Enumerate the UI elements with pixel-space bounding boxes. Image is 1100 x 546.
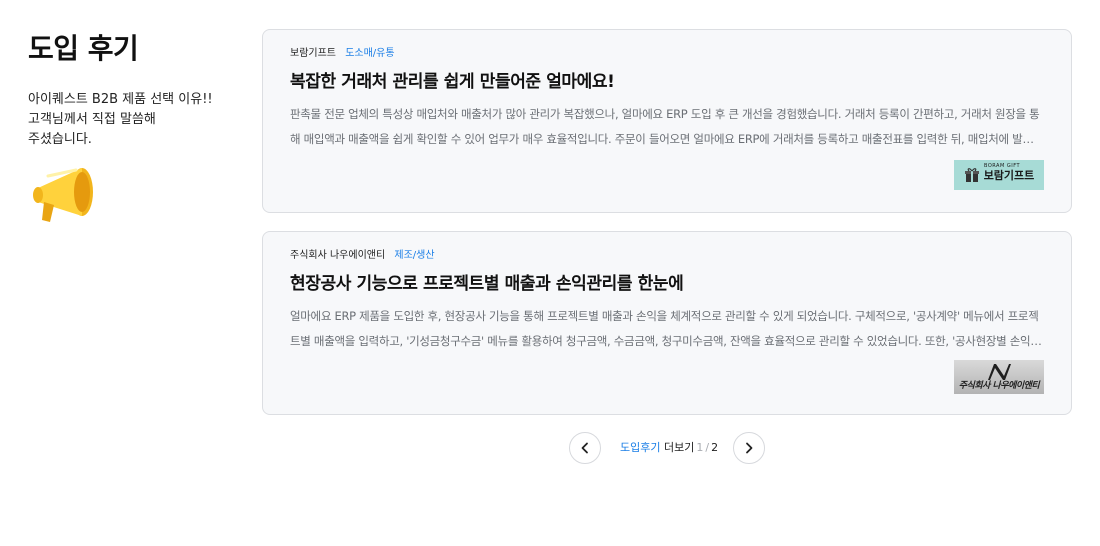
pagination: 도입후기 더보기 1/2 [569,432,765,464]
page-title: 도입 후기 [28,32,139,65]
logo-name: 보람기프트 [983,169,1035,182]
company-name: 주식회사 나우에이앤티 [290,250,386,261]
category-tag: 제조/생산 [394,250,435,261]
review-meta: 보람기프트 도소매/유통 [290,46,1044,62]
prev-page-button[interactable] [569,432,601,464]
logo-name: 주식회사 나우에이앤티 [958,381,1040,391]
company-name: 보람기프트 [290,48,336,59]
pager-section-link[interactable]: 도입후기 [620,441,660,454]
company-logo: BORAM GIFT 보람기프트 [954,160,1044,190]
company-logo: 주식회사 나우에이앤티 [954,360,1044,394]
gift-box-icon [964,168,979,182]
intro-panel: 도입 후기 아이퀘스트 B2B 제품 선택 이유!! 고객님께서 직접 말씀해 … [28,30,238,230]
pager-total: 2 [711,441,719,454]
intro-text: 아이퀘스트 B2B 제품 선택 이유!! 고객님께서 직접 말씀해 주셨습니다. [28,90,238,150]
review-card[interactable]: 주식회사 나우에이앤티 제조/생산 현장공사 기능으로 프로젝트별 매출과 손익… [262,231,1072,415]
chevron-left-icon [581,442,588,454]
review-body: 판촉물 전문 업체의 특성상 매입처와 매출처가 많아 관리가 복잡했으나, 얼… [290,107,1044,146]
chevron-right-icon [746,442,753,454]
review-list: 보람기프트 도소매/유통 복잡한 거래처 관리를 쉽게 만들어준 얼마에요! 판… [262,29,1072,433]
review-card[interactable]: 보람기프트 도소매/유통 복잡한 거래처 관리를 쉽게 만들어준 얼마에요! 판… [262,29,1072,213]
logo-small-text: BORAM GIFT [984,163,1021,169]
megaphone-icon [33,168,93,222]
review-title[interactable]: 복잡한 거래처 관리를 쉽게 만들어준 얼마에요! [290,70,1044,94]
review-title[interactable]: 현장공사 기능으로 프로젝트별 매출과 손익관리를 한눈에 [290,272,1044,296]
now-logo-mark-icon [988,364,1011,380]
intro-line: 고객님께서 직접 말씀해 [28,112,156,127]
category-tag: 도소매/유통 [345,48,395,59]
review-meta: 주식회사 나우에이앤티 제조/생산 [290,248,1044,264]
pager-more-text: 더보기 [663,441,695,454]
intro-line: 아이퀘스트 B2B 제품 선택 이유!! [28,92,213,107]
pager-label: 도입후기 더보기 1/2 [620,440,718,456]
next-page-button[interactable] [733,432,765,464]
pager-separator: / [705,441,710,454]
intro-line: 주셨습니다. [28,132,92,147]
pager-current: 1 [696,441,704,454]
review-body: 얼마에요 ERP 제품을 도입한 후, 현장공사 기능을 통해 프로젝트별 매출… [290,309,1039,348]
